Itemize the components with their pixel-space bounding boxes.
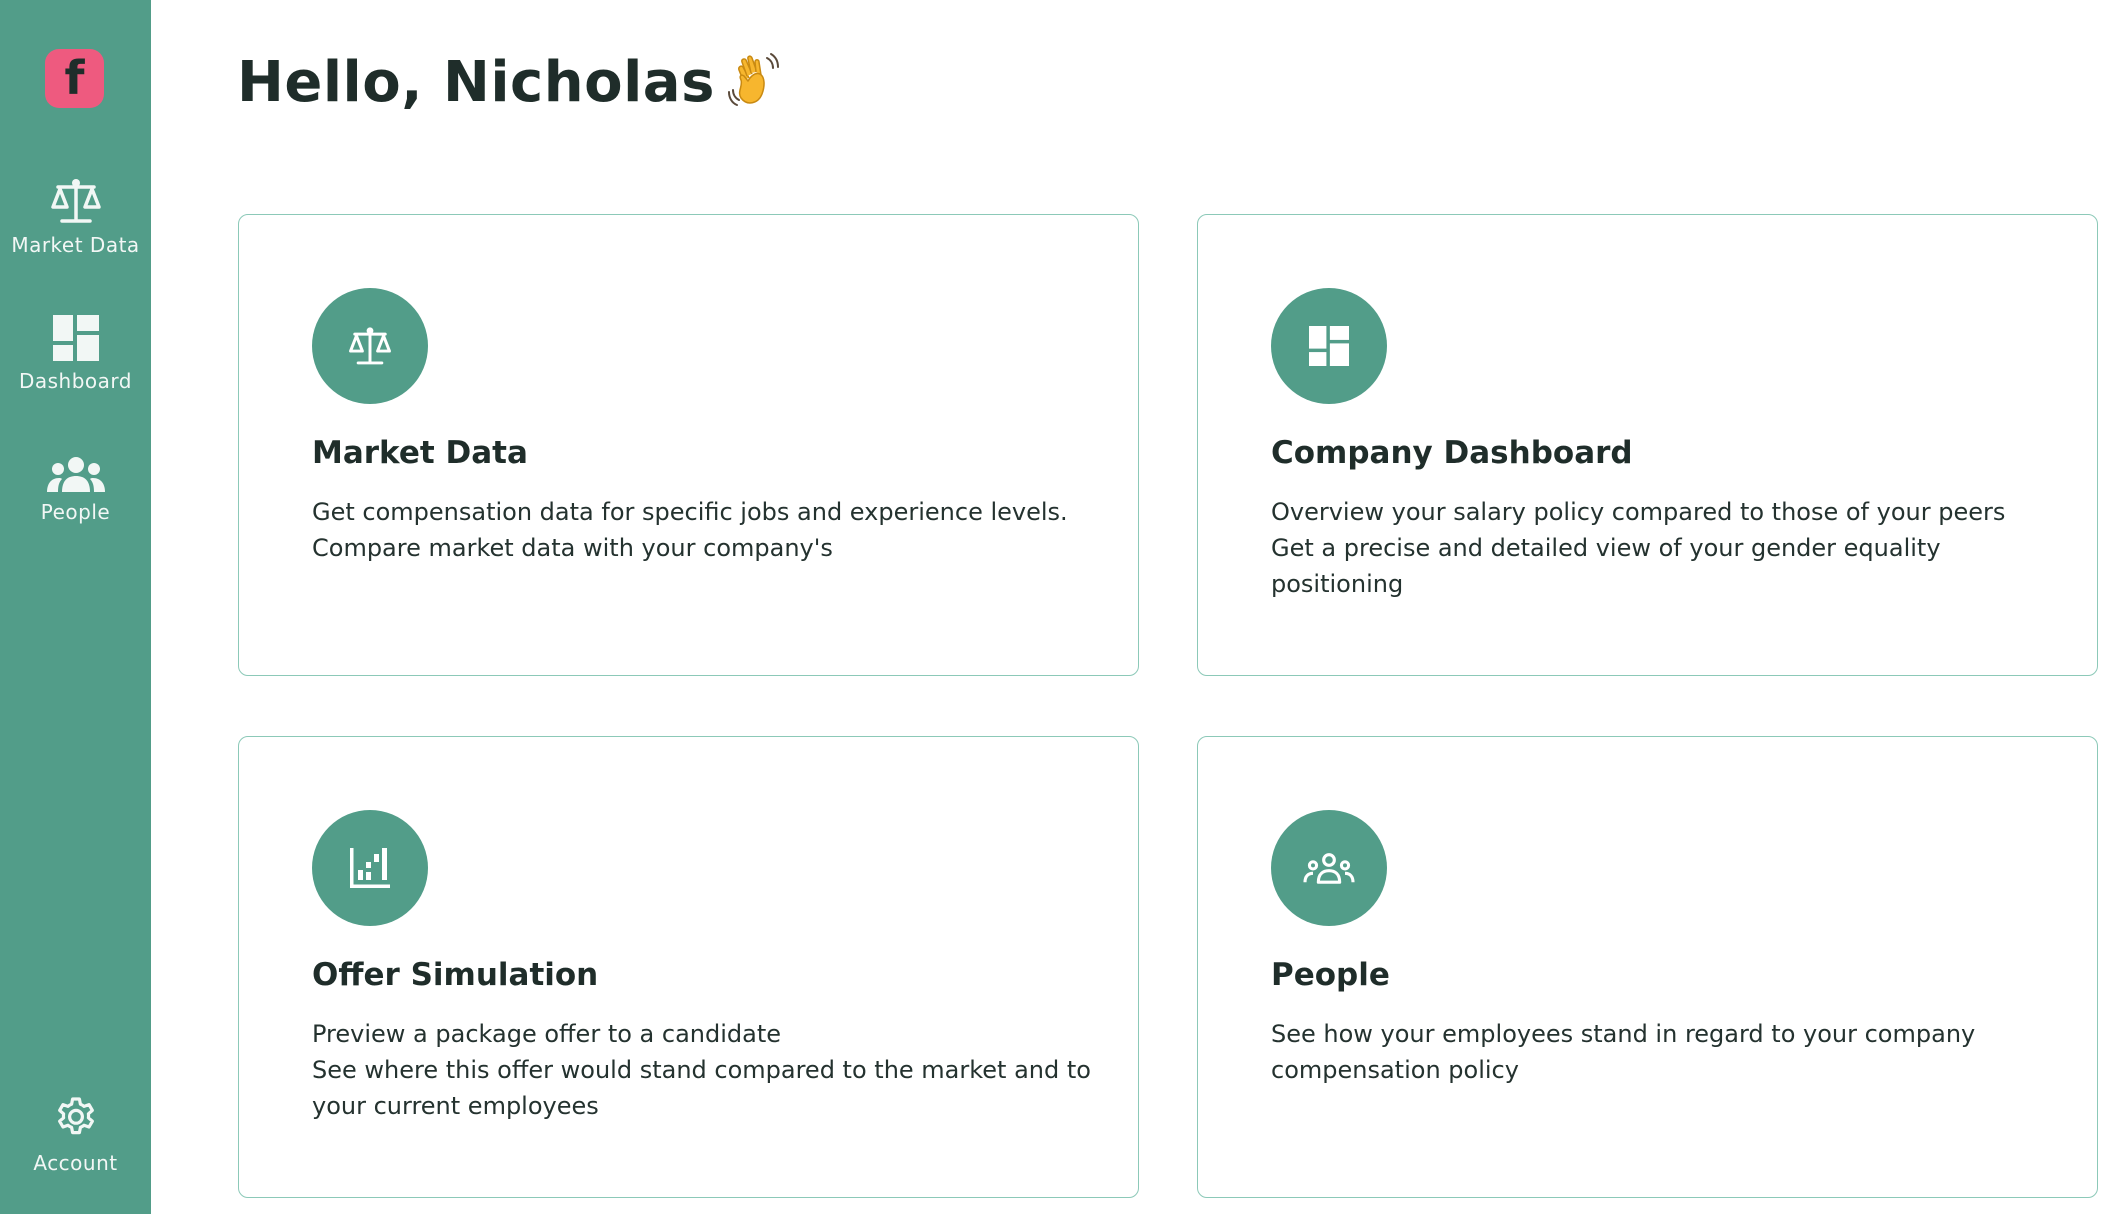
people-icon [1303,853,1355,884]
people-icon [46,457,105,492]
card-icon-circle [1271,288,1387,404]
card-market-data[interactable]: Market Data Get compensation data for sp… [238,214,1139,676]
card-description: Get compensation data for specific jobs … [312,494,1092,566]
card-title: Market Data [312,435,528,471]
card-description: Preview a package offer to a candidate S… [312,1016,1092,1124]
card-title: Company Dashboard [1271,435,1633,471]
card-description: Overview your salary policy compared to … [1271,494,2051,602]
app-logo[interactable]: f [45,49,104,108]
sidebar-item-label: Dashboard [18,369,132,393]
card-company-dashboard[interactable]: Company Dashboard Overview your salary p… [1197,214,2098,676]
gear-icon [57,1097,94,1135]
bar-chart-icon [350,848,390,888]
sidebar: f Market Data Dashboard People Account [0,0,151,1214]
dashboard-icon [52,315,99,361]
card-description-line: Compare market data with your company's [312,534,833,562]
card-title: People [1271,957,1390,993]
sidebar-item-people[interactable]: People [0,456,151,524]
card-description-line: See how your employees stand in regard t… [1271,1020,1976,1084]
card-description-line: Preview a package offer to a candidate [312,1020,782,1048]
logo-letter: f [64,50,85,105]
card-offer-simulation[interactable]: Offer Simulation Preview a package offer… [238,736,1139,1198]
card-description-line: See where this offer would stand compare… [312,1056,1091,1120]
sidebar-item-account[interactable]: Account [0,1095,151,1175]
sidebar-item-label: Account [33,1151,118,1175]
greeting-text: Hello, Nicholas [237,50,715,115]
page-title: Hello, Nicholas [237,50,787,116]
card-icon-circle [312,288,428,404]
scales-icon [349,327,391,365]
card-title: Offer Simulation [312,957,599,993]
sidebar-item-dashboard[interactable]: Dashboard [0,315,151,393]
waving-hand-icon [727,52,779,106]
card-description: See how your employees stand in regard t… [1271,1016,2051,1088]
dashboard-icon [1309,326,1349,366]
card-description-line: Get a precise and detailed view of your … [1271,534,1941,598]
card-icon-circle [1271,810,1387,926]
sidebar-item-label: Market Data [11,233,140,257]
card-icon-circle [312,810,428,926]
card-description-line: Get compensation data for specific jobs … [312,498,1068,526]
scales-icon [50,179,101,223]
card-description-line: Overview your salary policy compared to … [1271,498,2006,526]
sidebar-item-market-data[interactable]: Market Data [0,177,151,257]
sidebar-item-label: People [40,500,111,524]
card-people[interactable]: People See how your employees stand in r… [1197,736,2098,1198]
